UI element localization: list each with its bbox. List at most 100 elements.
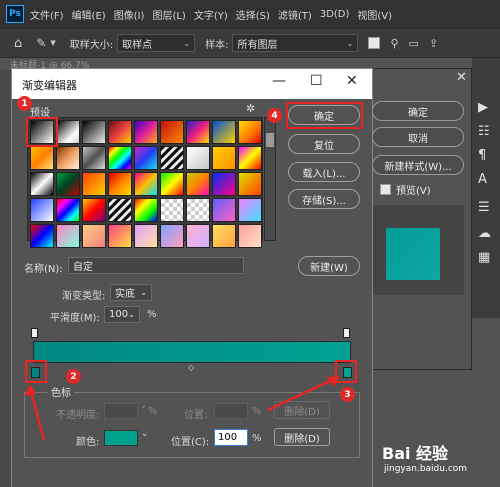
stop-color-swatch[interactable]: [104, 430, 138, 446]
preset-swatch[interactable]: [160, 224, 184, 248]
libraries-icon[interactable]: ☁: [478, 226, 491, 241]
preset-swatch[interactable]: [238, 224, 262, 248]
opacity-stop-left[interactable]: [31, 328, 38, 338]
preset-swatch[interactable]: [82, 224, 106, 248]
reset-button[interactable]: 复位: [288, 134, 360, 154]
menu-file[interactable]: 文件(F): [30, 7, 64, 22]
preset-swatch[interactable]: [30, 172, 54, 196]
gradient-type-label: 渐变类型:: [62, 291, 106, 302]
workspace-icon[interactable]: ▭: [409, 37, 419, 50]
preset-swatch[interactable]: [82, 120, 106, 144]
preset-swatch[interactable]: [212, 198, 236, 222]
preset-swatch[interactable]: [56, 224, 80, 248]
menu-edit[interactable]: 编辑(E): [72, 7, 106, 22]
show-ring-checkbox[interactable]: [368, 37, 381, 49]
menu-view[interactable]: 视图(V): [357, 7, 392, 22]
preset-swatch[interactable]: [82, 146, 106, 170]
preset-swatch[interactable]: [134, 198, 158, 222]
preset-swatch[interactable]: [30, 198, 54, 222]
preset-swatch[interactable]: [238, 146, 262, 170]
preset-swatch[interactable]: [238, 172, 262, 196]
chevron-down-icon[interactable]: ⌄: [141, 429, 149, 439]
preset-swatch[interactable]: [56, 172, 80, 196]
home-icon[interactable]: ⌂: [14, 36, 22, 51]
sample-size-select[interactable]: 取样点 ⌄: [117, 34, 196, 52]
chevron-down-icon[interactable]: ▼: [50, 39, 55, 47]
preset-swatch[interactable]: [134, 146, 158, 170]
preset-swatch[interactable]: [160, 198, 184, 222]
new-button[interactable]: 新建(W): [298, 256, 360, 276]
new-style-button[interactable]: 新建样式(W)...: [372, 155, 464, 175]
preset-swatch[interactable]: [212, 146, 236, 170]
midpoint-diamond[interactable]: ◇: [188, 363, 194, 372]
preset-swatch[interactable]: [186, 146, 210, 170]
menu-3d[interactable]: 3D(D): [320, 9, 350, 20]
opacity-label: 不透明度:: [56, 410, 100, 421]
location-input[interactable]: 100: [214, 429, 248, 446]
preset-swatch[interactable]: [82, 198, 106, 222]
preview-checkbox-row[interactable]: 预览(V): [380, 182, 431, 197]
eyedropper-icon[interactable]: ✎: [36, 36, 46, 50]
smoothness-select[interactable]: 100 ⌄: [104, 306, 140, 323]
history-icon[interactable]: ☷: [478, 124, 490, 139]
paragraph-icon[interactable]: ¶: [478, 148, 486, 163]
annotation-badge-1: 1: [17, 96, 32, 111]
gradient-preview-bar[interactable]: [33, 341, 351, 363]
preset-swatch[interactable]: [134, 172, 158, 196]
preset-swatch[interactable]: [56, 120, 80, 144]
menu-layer[interactable]: 图层(L): [152, 7, 185, 22]
preset-swatch[interactable]: [186, 172, 210, 196]
preset-swatch[interactable]: [212, 172, 236, 196]
preset-swatch[interactable]: [30, 224, 54, 248]
preset-swatch[interactable]: [108, 198, 132, 222]
menu-select[interactable]: 选择(S): [236, 7, 270, 22]
adjustments-icon[interactable]: ▦: [478, 250, 490, 265]
preview-checkbox[interactable]: [380, 184, 391, 195]
preset-swatch[interactable]: [30, 146, 54, 170]
opacity-stop-right[interactable]: [343, 328, 350, 338]
sample-select[interactable]: 所有图层 ⌄: [232, 34, 359, 52]
preset-swatch[interactable]: [108, 172, 132, 196]
layer-style-ok-button[interactable]: 确定: [372, 101, 464, 121]
share-icon[interactable]: ⇪: [429, 37, 438, 50]
preset-swatch[interactable]: [238, 198, 262, 222]
minimize-icon[interactable]: —: [272, 73, 286, 89]
watermark-logo: Bai 经验: [382, 444, 449, 463]
preset-swatch[interactable]: [56, 198, 80, 222]
preset-swatch[interactable]: [238, 120, 262, 144]
preset-swatch[interactable]: [108, 120, 132, 144]
preset-swatch[interactable]: [108, 146, 132, 170]
preset-swatch[interactable]: [186, 120, 210, 144]
name-input[interactable]: [68, 257, 244, 274]
menu-filter[interactable]: 滤镜(T): [278, 7, 312, 22]
preset-swatch[interactable]: [160, 172, 184, 196]
photoshop-logo: Ps: [6, 5, 24, 23]
gear-icon[interactable]: ✲: [246, 102, 255, 115]
menu-type[interactable]: 文字(Y): [194, 7, 228, 22]
preset-swatch[interactable]: [82, 172, 106, 196]
gradient-type-select[interactable]: 实底 ⌄: [110, 284, 152, 301]
preset-swatch[interactable]: [134, 224, 158, 248]
search-icon[interactable]: ⚲: [390, 37, 398, 50]
preset-swatch[interactable]: [134, 120, 158, 144]
menu-image[interactable]: 图像(I): [114, 7, 145, 22]
close-icon[interactable]: ✕: [456, 70, 467, 85]
character-icon[interactable]: A: [478, 172, 487, 187]
preset-swatch[interactable]: [212, 120, 236, 144]
save-button[interactable]: 存储(S)...: [288, 189, 360, 209]
preset-swatch[interactable]: [56, 146, 80, 170]
properties-icon[interactable]: ☰: [478, 200, 490, 215]
preset-swatch[interactable]: [160, 146, 184, 170]
load-button[interactable]: 载入(L)...: [288, 162, 360, 182]
scrollbar-thumb[interactable]: [266, 133, 274, 147]
preset-swatch[interactable]: [212, 224, 236, 248]
layer-style-cancel-button[interactable]: 取消: [372, 127, 464, 147]
color-delete-button[interactable]: 删除(D): [274, 428, 330, 446]
maximize-icon[interactable]: ☐: [310, 73, 323, 89]
preset-swatch[interactable]: [108, 224, 132, 248]
preset-swatch[interactable]: [186, 198, 210, 222]
play-icon[interactable]: ▶: [478, 100, 488, 115]
preset-swatch[interactable]: [186, 224, 210, 248]
close-icon[interactable]: ✕: [346, 73, 358, 89]
preset-swatch[interactable]: [160, 120, 184, 144]
